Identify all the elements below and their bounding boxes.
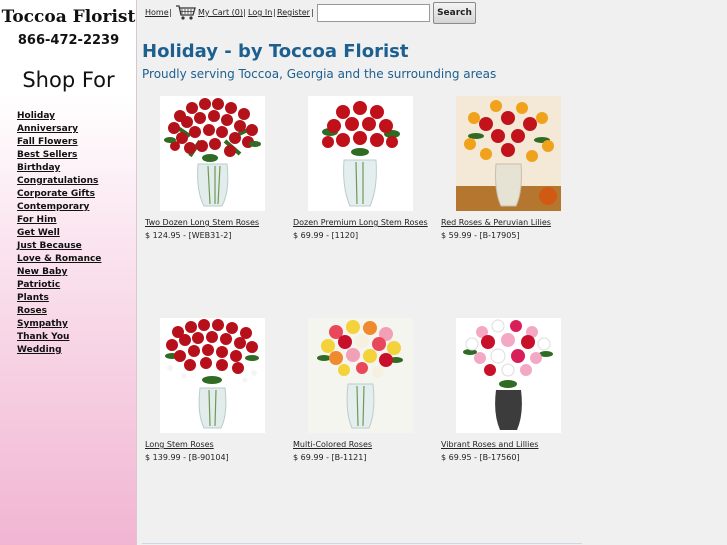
- category-item: Fall Flowers: [17, 132, 101, 147]
- product-name-link[interactable]: Vibrant Roses and Lillies: [441, 440, 538, 449]
- product-image[interactable]: [308, 318, 413, 433]
- category-item: Just Because: [17, 236, 101, 251]
- product-image[interactable]: [160, 96, 265, 211]
- category-item: Anniversary: [17, 119, 101, 134]
- category-item: Best Sellers: [17, 145, 101, 160]
- nav-separator: |: [273, 8, 276, 17]
- product-name-link[interactable]: Two Dozen Long Stem Roses: [145, 218, 259, 227]
- category-item: Love & Romance: [17, 249, 101, 264]
- product-price: $ 139.99 - [B-90104]: [145, 453, 229, 462]
- login-link[interactable]: Log In: [248, 8, 272, 17]
- category-item: Roses: [17, 301, 101, 316]
- search-input[interactable]: [317, 4, 430, 22]
- sidebar: Toccoa Florist 866-472-2239 Shop For Hol…: [0, 0, 137, 545]
- shop-for-heading: Shop For: [22, 68, 115, 92]
- category-item: Sympathy: [17, 314, 101, 329]
- footer-divider: [142, 543, 582, 544]
- phone-number: 866-472-2239: [17, 33, 120, 48]
- product-name-link[interactable]: Red Roses & Peruvian Lilies: [441, 218, 551, 227]
- category-item: Contemporary: [17, 197, 101, 212]
- category-item: Thank You: [17, 327, 101, 342]
- product-image[interactable]: [308, 96, 413, 211]
- page-subtitle: Proudly serving Toccoa, Georgia and the …: [142, 67, 497, 81]
- brand-name: Toccoa Florist: [1, 7, 136, 27]
- product-name-link[interactable]: Multi-Colored Roses: [293, 440, 372, 449]
- category-list: Holiday Anniversary Fall Flowers Best Selle…: [17, 106, 101, 355]
- category-item: Corporate Gifts: [17, 184, 101, 199]
- category-item: Birthday: [17, 158, 101, 173]
- product-price: $ 124.95 - [WEB31-2]: [145, 231, 232, 240]
- search-button[interactable]: Search: [433, 2, 476, 24]
- category-item: Holiday: [17, 106, 101, 121]
- nav-separator: |: [169, 8, 172, 17]
- shopping-cart-icon[interactable]: [175, 4, 197, 21]
- product-image[interactable]: [456, 96, 561, 211]
- product-image[interactable]: [160, 318, 265, 433]
- category-link[interactable]: Wedding: [17, 345, 62, 355]
- register-link[interactable]: Register: [277, 8, 310, 17]
- product-name-link[interactable]: Dozen Premium Long Stem Roses: [293, 218, 428, 227]
- nav-separator: |: [311, 8, 314, 17]
- nav-separator: |: [243, 8, 246, 17]
- product-price: $ 59.99 - [B-17905]: [441, 231, 520, 240]
- category-item: Congratulations: [17, 171, 101, 186]
- product-price: $ 69.99 - [B-1121]: [293, 453, 367, 462]
- my-cart-link[interactable]: My Cart (0): [198, 8, 243, 17]
- category-item: Patriotic: [17, 275, 101, 290]
- product-price: $ 69.95 - [B-17560]: [441, 453, 520, 462]
- home-link[interactable]: Home: [145, 8, 169, 17]
- product-image[interactable]: [456, 318, 561, 433]
- page-title: Holiday - by Toccoa Florist: [142, 41, 409, 62]
- category-item: Wedding: [17, 340, 101, 355]
- product-name-link[interactable]: Long Stem Roses: [145, 440, 214, 449]
- category-item: Get Well: [17, 223, 101, 238]
- product-price: $ 69.99 - [1120]: [293, 231, 359, 240]
